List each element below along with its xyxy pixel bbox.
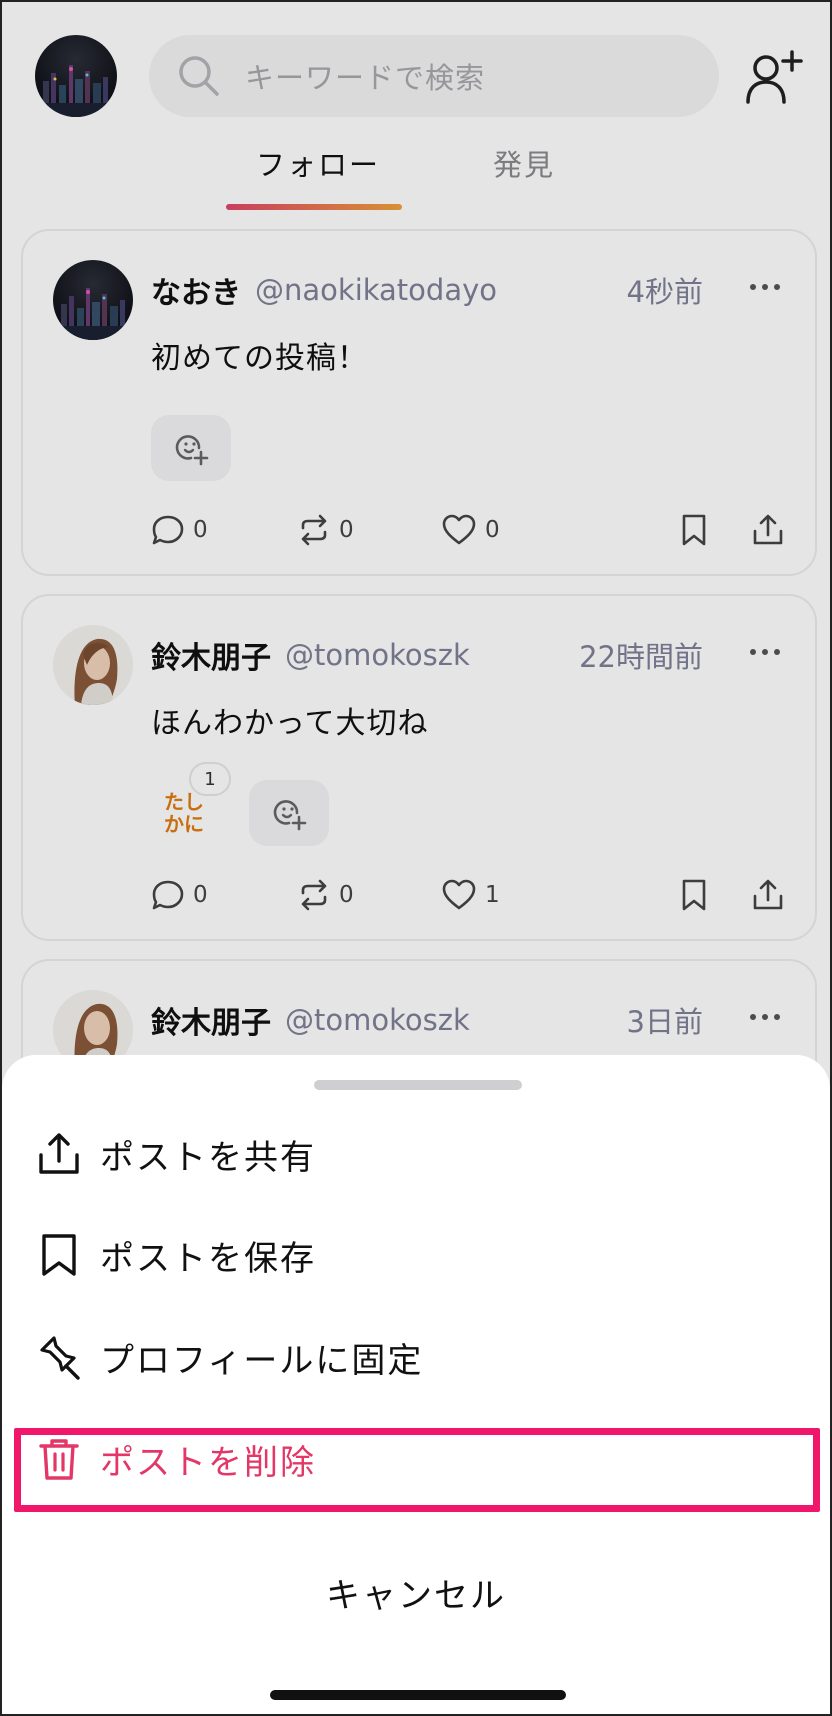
highlight-box bbox=[14, 1428, 820, 1512]
cancel-button[interactable]: キャンセル bbox=[2, 1568, 830, 1617]
share-icon bbox=[39, 1133, 79, 1174]
pin-icon bbox=[40, 1336, 80, 1380]
share-post-label: ポストを共有 bbox=[100, 1137, 316, 1178]
screen: キーワードで検索 フォロー 発見 なおき @naokikatodayo 4秒前 … bbox=[0, 0, 832, 1716]
sheet-grabber[interactable] bbox=[314, 1080, 522, 1090]
save-post-label: ポストを保存 bbox=[100, 1238, 316, 1279]
save-post-option[interactable]: ポストを保存 bbox=[2, 1210, 830, 1300]
pin-to-profile-label: プロフィールに固定 bbox=[100, 1340, 424, 1381]
home-indicator[interactable] bbox=[270, 1690, 566, 1700]
bookmark-icon bbox=[42, 1234, 76, 1276]
pin-to-profile-option[interactable]: プロフィールに固定 bbox=[2, 1312, 830, 1402]
share-post-option[interactable]: ポストを共有 bbox=[2, 1109, 830, 1199]
